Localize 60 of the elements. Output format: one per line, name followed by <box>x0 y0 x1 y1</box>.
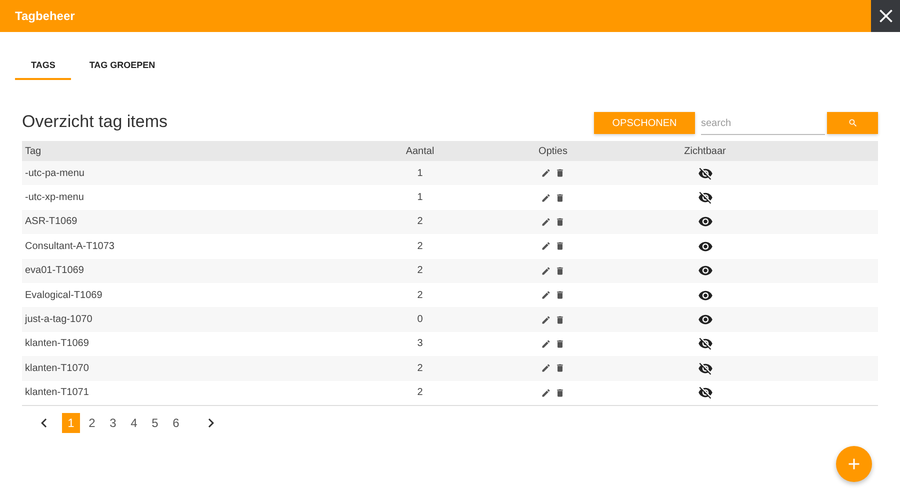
table-cell-text: 1 <box>416 168 424 179</box>
eye-off-icon[interactable] <box>698 166 712 181</box>
page-button[interactable]: 6 <box>167 412 185 433</box>
table-cell-text: 2 <box>416 216 424 228</box>
edit-icon[interactable] <box>541 363 551 374</box>
eye-off-icon[interactable] <box>698 360 712 376</box>
eye-off-icon[interactable] <box>698 190 712 206</box>
page-button[interactable]: 4 <box>125 412 143 433</box>
table-cell-text: just-a-tag-1070 <box>24 314 94 326</box>
table-cell-text: 3 <box>416 338 424 350</box>
edit-icon[interactable] <box>541 192 551 203</box>
edit-icon[interactable] <box>541 290 551 300</box>
delete-icon[interactable] <box>555 266 565 276</box>
table-cell-text: -utc-xp-menu <box>24 192 85 204</box>
table-cell-text: klanten-T1071 <box>24 387 90 398</box>
column-header: Aantal <box>404 146 436 156</box>
delete-icon[interactable] <box>555 314 565 325</box>
edit-icon[interactable] <box>541 266 551 276</box>
table-cell-text: 2 <box>416 290 424 301</box>
table-cell-text: -utc-pa-menu <box>24 168 86 179</box>
edit-icon[interactable] <box>541 388 551 398</box>
tab[interactable]: TAGS <box>15 52 72 80</box>
delete-icon[interactable] <box>555 363 565 374</box>
eye-off-icon[interactable] <box>698 336 712 352</box>
table-cell-text: klanten-T1069 <box>24 338 90 350</box>
table-cell-text: 0 <box>416 314 424 326</box>
edit-icon[interactable] <box>541 168 551 178</box>
table-cell-text: ASR-T1069 <box>24 216 78 228</box>
eye-off-icon[interactable] <box>698 385 712 400</box>
edit-icon[interactable] <box>541 241 551 252</box>
delete-icon[interactable] <box>555 168 565 178</box>
table-cell-text: 2 <box>416 240 424 252</box>
page-button[interactable]: 5 <box>146 412 164 433</box>
table-cell-text: 2 <box>416 265 424 276</box>
edit-icon[interactable] <box>541 216 551 227</box>
edit-icon[interactable] <box>541 338 551 349</box>
delete-icon[interactable] <box>555 388 565 398</box>
search-icon <box>848 118 858 128</box>
column-header: Tag <box>24 146 42 156</box>
delete-icon[interactable] <box>555 338 565 349</box>
table-cell-text: 2 <box>416 362 424 374</box>
page-button[interactable]: 3 <box>104 412 122 433</box>
table-cell-text: klanten-T1070 <box>24 362 90 374</box>
edit-icon[interactable] <box>541 314 551 325</box>
close-button[interactable] <box>871 0 900 32</box>
tab[interactable]: TAG GROEPEN <box>71 52 174 80</box>
table-cell-text: 2 <box>416 387 424 398</box>
delete-icon[interactable] <box>555 290 565 300</box>
delete-icon[interactable] <box>555 192 565 203</box>
table-cell-text: 1 <box>416 192 424 204</box>
window-title: Tagbeheer <box>14 9 75 23</box>
section-title: Overzicht tag items <box>22 112 168 132</box>
column-header: Opties <box>538 146 568 156</box>
column-header: Zichtbaar <box>683 146 727 156</box>
table-cell-text: Consultant-A-T1073 <box>24 240 116 252</box>
delete-icon[interactable] <box>555 216 565 227</box>
table-cell-text: eva01-T1069 <box>24 265 85 276</box>
delete-icon[interactable] <box>555 241 565 252</box>
table-cell-text: Evalogical-T1069 <box>24 290 104 301</box>
page-button[interactable]: 2 <box>83 412 101 433</box>
